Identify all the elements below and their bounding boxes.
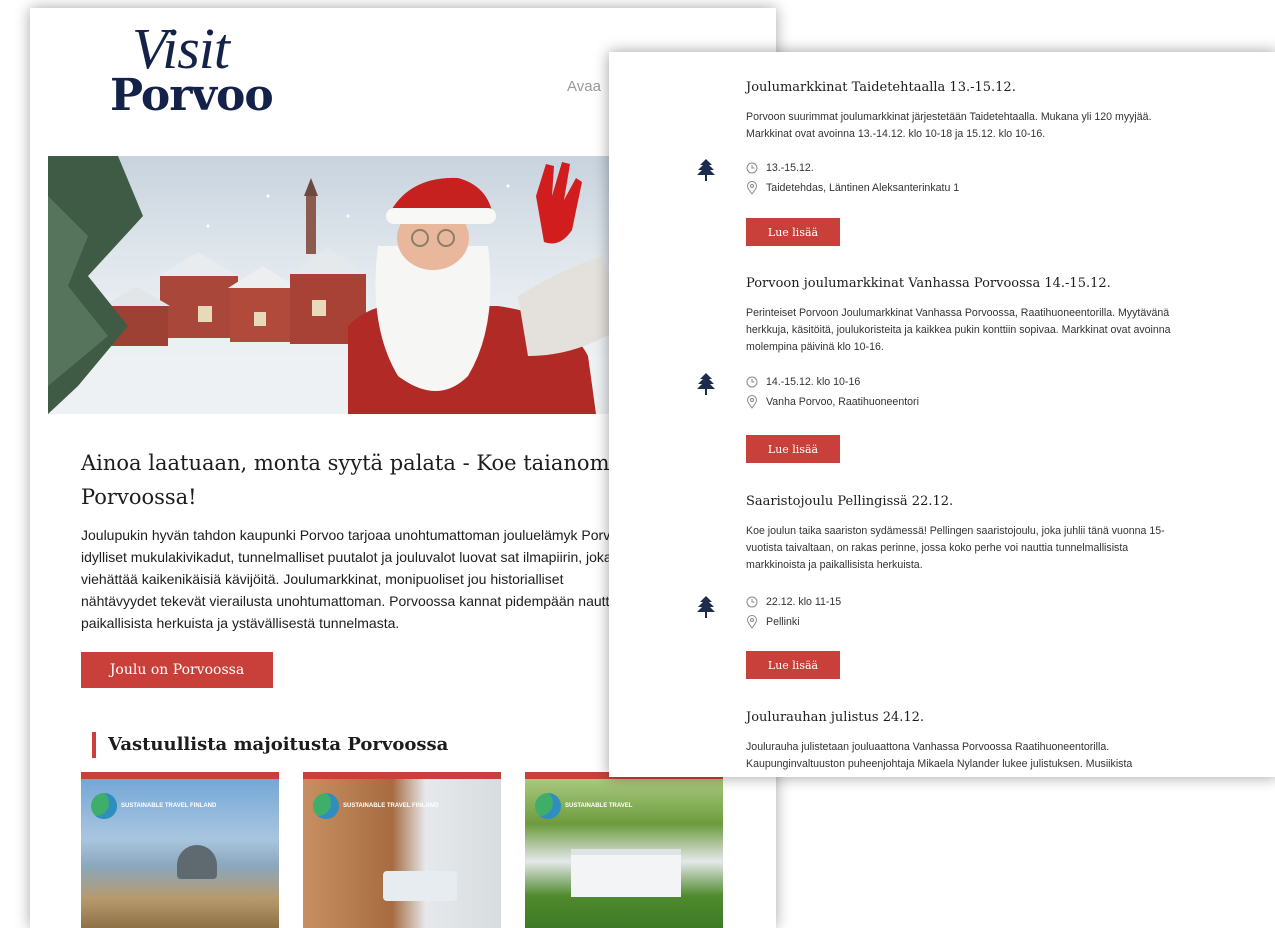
event-description: Joulurauha julistetaan jouluaattona Vanh… bbox=[746, 741, 1133, 770]
clock-icon bbox=[746, 376, 758, 388]
event-meta: 13.-15.12. Taidetehdas, Läntinen Aleksan… bbox=[746, 158, 959, 198]
joulu-on-porvoossa-button[interactable]: Joulu on Porvoossa bbox=[81, 652, 273, 688]
event-title[interactable]: Joulurauhan julistus 24.12. bbox=[746, 709, 1176, 727]
event-meta: 22.12. klo 11-15 Pellinki bbox=[746, 592, 841, 632]
accommodation-card[interactable]: SUSTAINABLE TRAVEL FINLAND bbox=[303, 772, 501, 928]
tree-icon bbox=[697, 373, 715, 395]
room-interior-image bbox=[383, 871, 457, 901]
clock-icon bbox=[746, 162, 758, 174]
accommodation-card[interactable]: SUSTAINABLE TRAVEL bbox=[525, 772, 723, 928]
events-panel: Joulumarkkinat Taidetehtaalla 13.-15.12.… bbox=[609, 52, 1275, 777]
read-more-button[interactable]: Lue lisää bbox=[746, 435, 840, 463]
event-item: Saaristojoulu Pellingissä 22.12. Koe jou… bbox=[746, 493, 1176, 574]
accommodation-card[interactable]: SUSTAINABLE TRAVEL FINLAND bbox=[81, 772, 279, 928]
manor-house-image bbox=[571, 849, 681, 897]
event-item: Porvoon joulumarkkinat Vanhassa Porvooss… bbox=[746, 275, 1176, 356]
location-pin-icon bbox=[746, 395, 758, 409]
sustainable-travel-badge: SUSTAINABLE TRAVEL FINLAND bbox=[91, 793, 216, 819]
sustainable-travel-logo-icon bbox=[91, 793, 117, 819]
email-lead-paragraph: Joulupukin hyvän tahdon kaupunki Porvoo … bbox=[81, 527, 634, 631]
badge-text: SUSTAINABLE TRAVEL FINLAND bbox=[121, 802, 217, 809]
event-item: Joulumarkkinat Taidetehtaalla 13.-15.12.… bbox=[746, 79, 1176, 143]
clock-icon bbox=[746, 596, 758, 608]
location-pin-icon bbox=[746, 181, 758, 195]
email-headline: Ainoa laatuaan, monta syytä palata - Koe… bbox=[81, 451, 623, 509]
event-time: 22.12. klo 11-15 bbox=[766, 596, 842, 608]
read-more-button[interactable]: Lue lisää bbox=[746, 651, 840, 679]
logo-line-2: Porvoo bbox=[110, 70, 274, 121]
glass-igloo-image bbox=[177, 845, 217, 879]
location-pin-icon bbox=[746, 615, 758, 629]
section-title: Vastuullista majoitusta Porvoossa bbox=[108, 734, 449, 755]
sustainable-travel-badge: SUSTAINABLE TRAVEL FINLAND bbox=[313, 793, 438, 819]
visit-porvoo-logo[interactable]: Visit Porvoo bbox=[110, 20, 274, 121]
sustainable-travel-logo-icon bbox=[313, 793, 339, 819]
section-accent-bar bbox=[92, 732, 96, 758]
event-title[interactable]: Porvoon joulumarkkinat Vanhassa Porvooss… bbox=[746, 275, 1176, 293]
event-time: 13.-15.12. bbox=[766, 162, 814, 174]
event-description: Koe joulun taika saariston sydämessä! Pe… bbox=[746, 525, 1165, 571]
event-title[interactable]: Saaristojoulu Pellingissä 22.12. bbox=[746, 493, 1176, 511]
event-meta: 14.-15.12. klo 10-16 Vanha Porvoo, Raati… bbox=[746, 372, 919, 412]
hero-image-santa bbox=[48, 156, 628, 414]
event-description: Porvoon suurimmat joulumarkkinat järjest… bbox=[746, 111, 1152, 140]
read-more-button[interactable]: Lue lisää bbox=[746, 218, 840, 246]
event-place: Pellinki bbox=[766, 616, 800, 628]
event-item: Joulurauhan julistus 24.12. Joulurauha j… bbox=[746, 709, 1176, 773]
event-place: Taidetehdas, Läntinen Aleksanterinkatu 1 bbox=[766, 182, 960, 194]
sustainable-travel-logo-icon bbox=[535, 793, 561, 819]
event-place: Vanha Porvoo, Raatihuoneentori bbox=[766, 396, 919, 408]
tree-icon bbox=[697, 159, 715, 181]
event-title[interactable]: Joulumarkkinat Taidetehtaalla 13.-15.12. bbox=[746, 79, 1176, 97]
event-time: 14.-15.12. klo 10-16 bbox=[766, 376, 861, 388]
event-description: Perinteiset Porvoon Joulumarkkinat Vanha… bbox=[746, 307, 1171, 353]
sustainable-travel-badge: SUSTAINABLE TRAVEL bbox=[535, 793, 632, 819]
open-in-browser-link[interactable]: Avaa bbox=[567, 78, 601, 95]
badge-text: SUSTAINABLE TRAVEL bbox=[565, 802, 633, 809]
tree-icon bbox=[697, 596, 715, 618]
badge-text: SUSTAINABLE TRAVEL FINLAND bbox=[343, 802, 439, 809]
